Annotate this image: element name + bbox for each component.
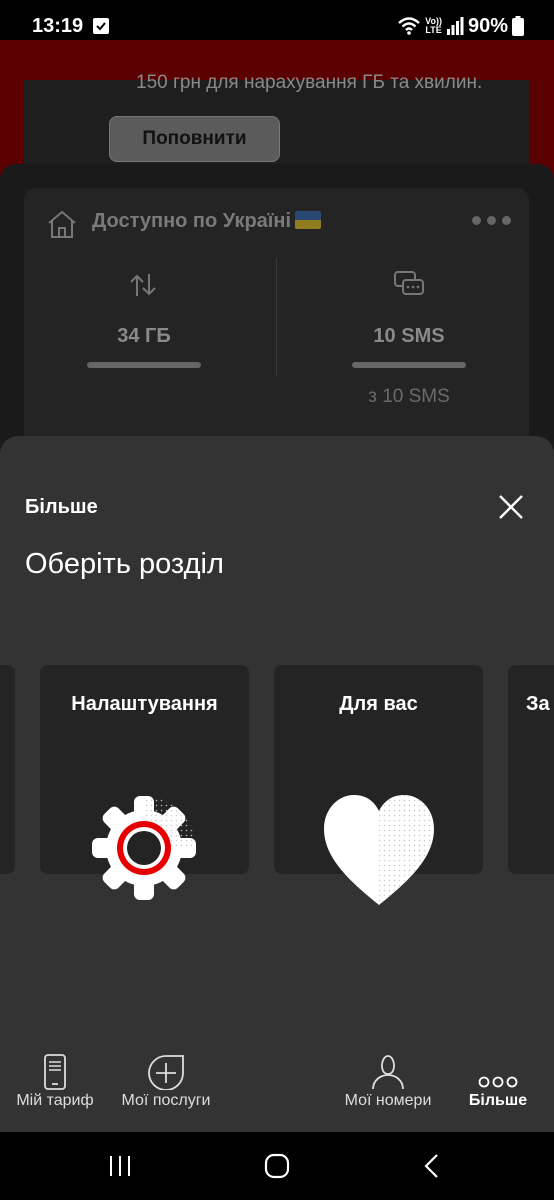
- sms-stat: 10 SMS з 10 SMS: [309, 268, 509, 408]
- data-progress-bar: [87, 362, 201, 368]
- more-bottom-sheet: Більше Оберіть розділ Налаштування Для в…: [0, 436, 554, 1046]
- tile-partial-left[interactable]: [0, 665, 15, 874]
- wifi-icon: [398, 17, 420, 35]
- plus-circle-icon: [148, 1055, 184, 1090]
- gear-icon: [92, 796, 196, 900]
- home-button[interactable]: [257, 1146, 297, 1186]
- battery-percent: 90%: [467, 14, 508, 37]
- more-dots-icon: [478, 1076, 518, 1088]
- tile-settings-label: Налаштування: [71, 693, 218, 715]
- nav-my-services[interactable]: Мої послуги: [116, 1046, 216, 1132]
- data-transfer-icon: [130, 274, 156, 296]
- ukraine-flag-icon: [295, 211, 322, 229]
- person-icon: [372, 1055, 404, 1090]
- nav-more[interactable]: Більше: [462, 1046, 534, 1132]
- home-icon: [48, 210, 76, 238]
- clock: 13:19: [32, 14, 84, 37]
- home-circle-icon: [264, 1153, 290, 1179]
- recents-icon: [110, 1156, 130, 1176]
- sms-value: 10 SMS: [373, 325, 445, 347]
- nav-my-tariff[interactable]: Мій тариф: [10, 1046, 100, 1132]
- close-icon[interactable]: [494, 490, 528, 524]
- divider: [276, 258, 277, 376]
- checkbox-notification-icon: [93, 18, 110, 34]
- sms-progress-bar: [352, 362, 466, 368]
- sms-icon: [394, 271, 424, 295]
- nav-my-numbers[interactable]: Мої номери: [340, 1046, 436, 1132]
- system-navigation-bar: [0, 1132, 554, 1200]
- tile-for-you-label: Для вас: [339, 693, 418, 715]
- battery-icon: [512, 16, 524, 36]
- sheet-heading: Більше: [25, 496, 98, 518]
- signal-icon: [446, 17, 464, 35]
- phone-icon: [44, 1054, 66, 1090]
- data-value: 34 ГБ: [117, 325, 171, 347]
- balance-title: Доступно по Україні: [92, 210, 322, 233]
- balance-card: Доступно по Україні 34 ГБ 10 SMS з 10 SM…: [24, 188, 529, 448]
- back-button[interactable]: [412, 1146, 452, 1186]
- data-stat: 34 ГБ: [44, 268, 244, 368]
- sheet-subtitle: Оберіть розділ: [25, 548, 224, 580]
- tile-for-you[interactable]: Для вас: [274, 665, 483, 905]
- tile-settings[interactable]: Налаштування: [40, 665, 249, 900]
- heart-icon: [324, 795, 434, 905]
- balance-panel: Доступно по Україні 34 ГБ 10 SMS з 10 SM…: [0, 164, 554, 454]
- card-more-dots-icon[interactable]: [472, 216, 511, 225]
- tile-partial-label: За: [526, 693, 550, 715]
- back-chevron-icon: [424, 1154, 438, 1178]
- sms-total: з 10 SMS: [368, 386, 450, 407]
- topup-text: 150 грн для нарахування ГБ та хвилин.: [136, 72, 483, 93]
- bottom-nav: Мій тариф Мої послуги Мої номери Більше: [0, 1046, 554, 1132]
- volte-indicator: Vo)) LTE: [425, 16, 442, 35]
- tile-partial-right[interactable]: За: [508, 665, 554, 874]
- topup-button[interactable]: Поповнити: [109, 116, 280, 162]
- recents-button[interactable]: [100, 1146, 140, 1186]
